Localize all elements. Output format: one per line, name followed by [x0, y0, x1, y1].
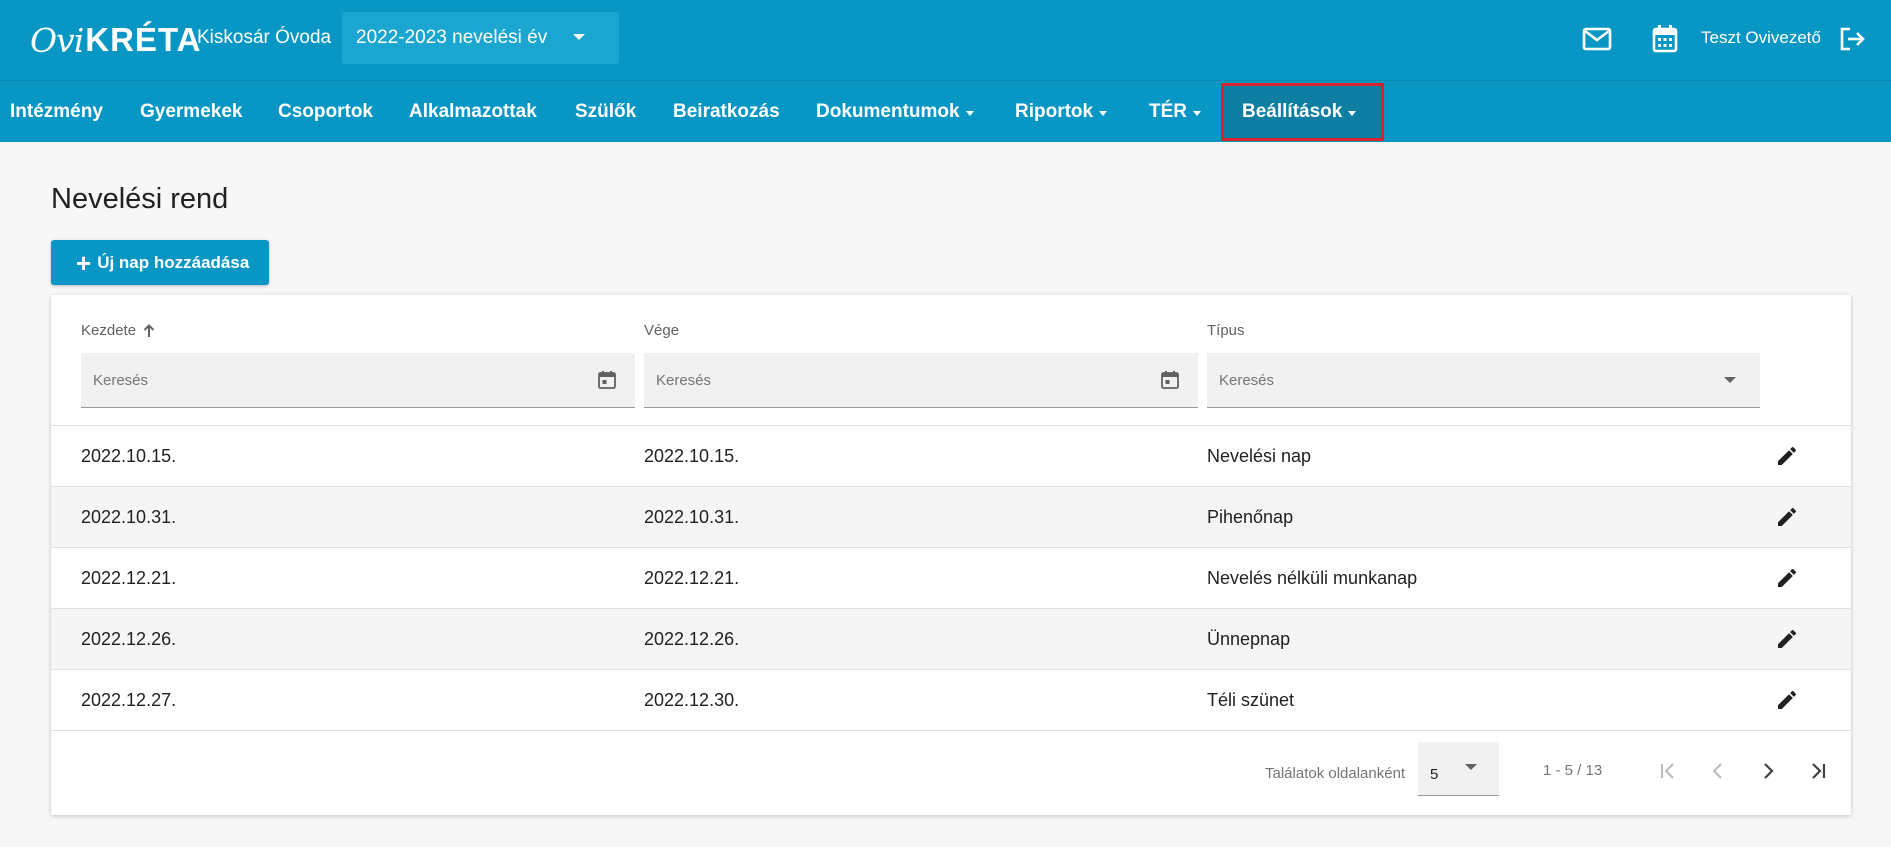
edit-icon[interactable]	[1773, 564, 1801, 592]
cell-start: 2022.12.26.	[81, 628, 177, 649]
app-logo[interactable]: Ovi KRÉTA	[30, 14, 201, 66]
per-page-select[interactable]: 5	[1418, 742, 1499, 796]
data-table: Kezdete Vége Típus Keresés Keresés Keres…	[51, 295, 1851, 815]
end-date-filter[interactable]: Keresés	[644, 353, 1198, 408]
cell-end: 2022.12.21.	[644, 567, 740, 588]
next-page-icon[interactable]	[1751, 754, 1785, 788]
nav-item-gyermekek[interactable]: Gyermekek	[140, 81, 242, 143]
filter-placeholder: Keresés	[93, 371, 149, 389]
cell-type: Nevelési nap	[1207, 445, 1312, 466]
filter-placeholder: Keresés	[1219, 371, 1275, 389]
table-row: 2022.10.31. 2022.10.31. Pihenőnap	[51, 487, 1851, 548]
column-header-label: Kezdete	[81, 322, 137, 339]
cell-start: 2022.10.15.	[81, 445, 177, 466]
school-year-value: 2022-2023 nevelési év	[356, 27, 548, 48]
logo-ovi-text: Ovi	[30, 20, 84, 60]
plus-icon: +	[76, 247, 92, 278]
cell-type: Pihenőnap	[1207, 506, 1294, 527]
nav-item-ter[interactable]: TÉR	[1149, 81, 1201, 143]
filter-placeholder: Keresés	[656, 371, 712, 389]
mail-icon[interactable]	[1580, 22, 1614, 56]
app-header: Ovi KRÉTA Kiskosár Óvoda 2022-2023 nevel…	[0, 0, 1891, 80]
caret-down-icon	[1348, 110, 1357, 116]
cell-end: 2022.10.15.	[644, 445, 740, 466]
column-header-label: Vége	[644, 322, 680, 339]
nav-item-label: Szülők	[575, 101, 637, 122]
nav-item-dokumentumok[interactable]: Dokumentumok	[816, 81, 974, 143]
cell-start: 2022.12.21.	[81, 567, 177, 588]
nav-item-label: Alkalmazottak	[409, 101, 537, 122]
caret-down-icon	[1099, 110, 1108, 116]
table-row: 2022.12.26. 2022.12.26. Ünnepnap	[51, 609, 1851, 670]
table-row: 2022.10.15. 2022.10.15. Nevelési nap	[51, 426, 1851, 487]
calendar-icon[interactable]	[1648, 22, 1682, 56]
cell-type: Téli szünet	[1207, 689, 1295, 710]
chevron-down-icon	[1465, 764, 1477, 770]
cell-end: 2022.12.26.	[644, 628, 740, 649]
add-day-label: Új nap hozzáadása	[97, 252, 250, 272]
pagination-range: 1 - 5 / 13	[1543, 762, 1603, 779]
page-title: Nevelési rend	[51, 183, 229, 215]
cell-start: 2022.12.27.	[81, 689, 177, 710]
column-header-kezdete[interactable]: Kezdete	[81, 322, 155, 339]
type-filter-select[interactable]: Keresés	[1207, 353, 1760, 408]
nav-item-intezmeny[interactable]: Intézmény	[10, 81, 103, 143]
institution-name: Kiskosár Óvoda	[197, 27, 332, 48]
logout-icon[interactable]	[1835, 22, 1869, 56]
logo-kreta-text: KRÉTA	[85, 21, 202, 58]
column-header-vege[interactable]: Vége	[644, 322, 679, 339]
first-page-icon[interactable]	[1651, 754, 1685, 788]
edit-icon[interactable]	[1773, 625, 1801, 653]
sort-ascending-icon	[143, 323, 155, 337]
start-date-filter[interactable]: Keresés	[81, 353, 635, 408]
nav-item-label: Beiratkozás	[673, 101, 780, 122]
edit-icon[interactable]	[1773, 503, 1801, 531]
prev-page-icon[interactable]	[1701, 754, 1735, 788]
user-name[interactable]: Teszt Ovivezető	[1701, 28, 1821, 48]
edit-icon[interactable]	[1773, 686, 1801, 714]
nav-item-label: Beállítások	[1242, 101, 1343, 122]
column-header-label: Típus	[1207, 322, 1245, 339]
cell-end: 2022.12.30.	[644, 689, 740, 710]
table-row: 2022.12.21. 2022.12.21. Nevelés nélküli …	[51, 548, 1851, 609]
cell-start: 2022.10.31.	[81, 506, 177, 527]
calendar-icon[interactable]	[597, 370, 617, 390]
nav-item-label: Intézmény	[10, 101, 103, 122]
per-page-value: 5	[1430, 766, 1439, 783]
nav-item-label: Dokumentumok	[816, 101, 960, 122]
nav-item-csoportok[interactable]: Csoportok	[278, 81, 373, 143]
main-nav: Intézmény Gyermekek Csoportok Alkalmazot…	[0, 80, 1891, 142]
per-page-label: Találatok oldalanként	[1265, 765, 1406, 782]
nav-item-label: Csoportok	[278, 101, 373, 122]
chevron-down-icon	[573, 34, 585, 40]
chevron-down-icon	[1724, 377, 1736, 383]
caret-down-icon	[1193, 110, 1201, 116]
nav-item-label: Gyermekek	[140, 101, 243, 122]
add-day-button[interactable]: + Új nap hozzáadása	[51, 240, 269, 285]
nav-item-beiratkozas[interactable]: Beiratkozás	[673, 81, 780, 143]
table-row: 2022.12.27. 2022.12.30. Téli szünet	[51, 670, 1851, 731]
nav-item-riportok[interactable]: Riportok	[1015, 81, 1108, 143]
edit-icon[interactable]	[1773, 442, 1801, 470]
cell-type: Ünnepnap	[1207, 628, 1291, 649]
nav-item-alkalmazottak[interactable]: Alkalmazottak	[409, 81, 537, 143]
school-year-select[interactable]: 2022-2023 nevelési év	[342, 12, 619, 64]
column-header-tipus[interactable]: Típus	[1207, 322, 1245, 339]
cell-end: 2022.10.31.	[644, 506, 740, 527]
nav-item-beallitasok[interactable]: Beállítások	[1242, 81, 1357, 143]
cell-type: Nevelés nélküli munkanap	[1207, 567, 1418, 588]
calendar-icon[interactable]	[1160, 370, 1180, 390]
nav-item-szulok[interactable]: Szülők	[575, 81, 636, 143]
last-page-icon[interactable]	[1801, 754, 1835, 788]
nav-item-label: TÉR	[1149, 101, 1187, 122]
caret-down-icon	[965, 110, 974, 116]
nav-item-label: Riportok	[1015, 101, 1094, 122]
